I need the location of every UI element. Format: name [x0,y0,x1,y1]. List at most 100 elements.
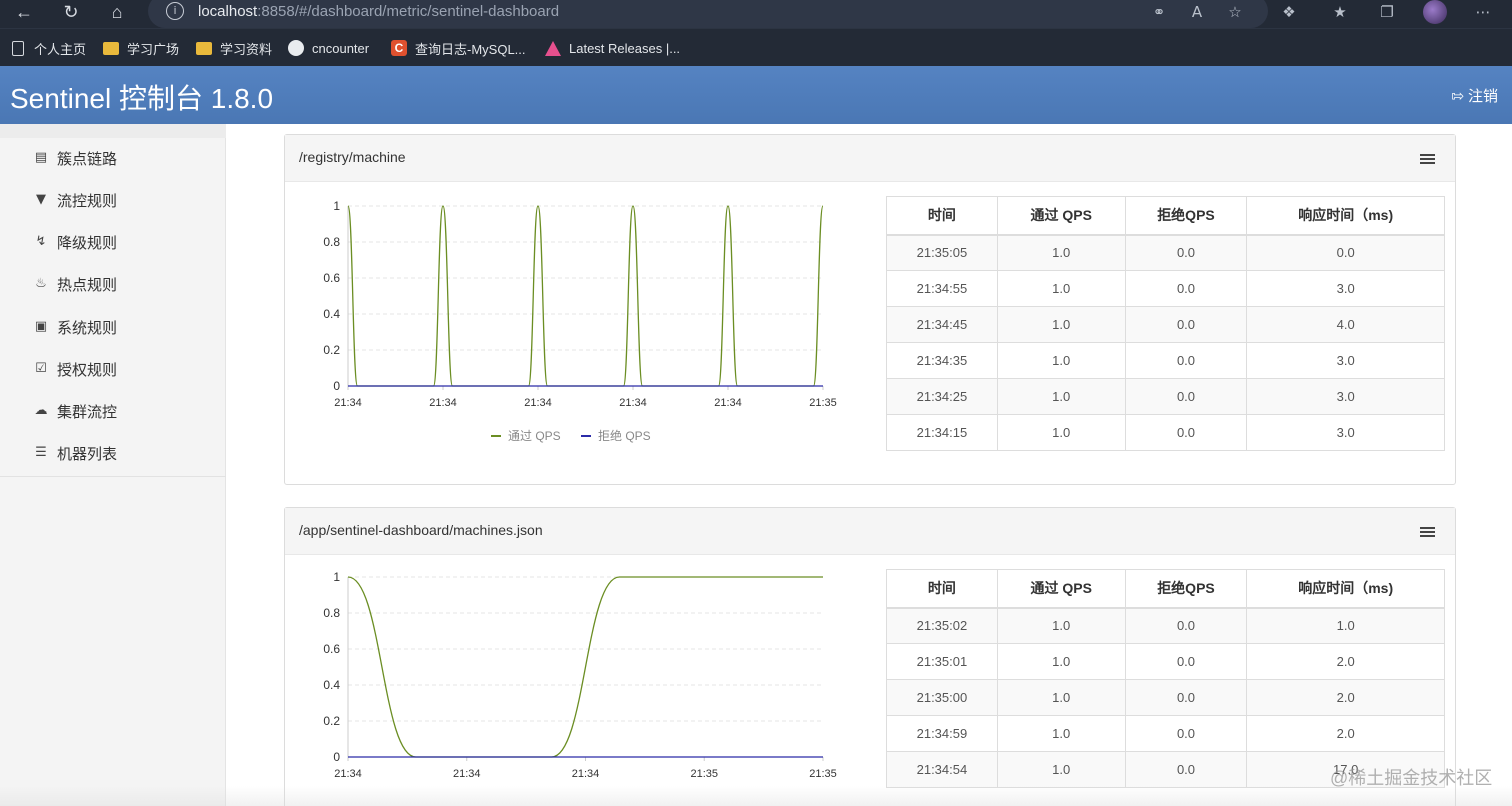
panel-header: /registry/machine [285,135,1455,182]
sidebar-item-label: 授权规则 [57,361,118,379]
bookmark-item[interactable]: 学习广场 [103,38,179,58]
bookmarks-bar: 个人主页 学习广场 学习资料 cncounter C 查询日志-MySQL... … [0,28,1512,66]
profile-avatar[interactable] [1423,0,1447,24]
sidebar: ▤ 簇点链路 ▼ 流控规则 ↯ 降级规则 ♨ 热点规则 ▣ 系统规则 ☑ 授权规则 ☁ 集群流… [0,124,226,806]
x-tick-label: 21:35 [809,768,837,780]
url-host: localhost [198,3,258,20]
cell: 1.0 [996,342,1126,379]
folder-icon [196,41,212,55]
table-row: 21:34:55 1.0 0.0 3.0 [886,270,1445,307]
cell: 1.0 [996,679,1126,716]
y-tick-label: 0.4 [323,307,340,321]
reload-icon[interactable]: ↻ [56,0,86,26]
app-title: Sentinel 控制台 1.8.0 [10,83,274,114]
menu-icon[interactable] [1420,154,1435,165]
y-tick-label: 0.4 [323,678,340,692]
metrics-table: 时间 通过 QPS 拒绝QPS 响应时间（ms) 21:35:02 1.0 0.0 1… [886,569,1445,788]
logout-icon: ⇰ [1451,86,1464,105]
y-tick-label: 0.8 [323,235,340,249]
cell: 1.0 [996,643,1126,680]
sidebar-item-degrade-rules[interactable]: ↯ 降级规则 [34,230,117,254]
check-icon: ☑ [35,361,47,376]
cell: 0.0 [1124,414,1248,451]
column-header: 通过 QPS [996,569,1126,608]
cell: 0.0 [1124,378,1248,415]
pass-qps-series-line [347,576,823,758]
cell: 3.0 [1246,414,1445,451]
cell: 1.0 [996,607,1126,644]
table-row: 21:34:25 1.0 0.0 3.0 [886,378,1445,415]
back-arrow-icon[interactable]: ← [9,0,39,26]
extensions-icon[interactable]: ❖ [1278,2,1300,22]
cell: 21:35:05 [886,234,998,271]
cell: 2.0 [1246,679,1445,716]
main-content: /registry/machine 0 0.2 0.4 0.6 0.8 1 21:34 21:… [226,124,1512,806]
sidebar-item-cluster-chain[interactable]: ▤ 簇点链路 [34,146,117,170]
home-icon[interactable]: ⌂ [102,0,132,26]
logout-label: 注销 [1467,88,1498,105]
cell: 0.0 [1124,270,1248,307]
fire-icon: ♨ [35,276,47,291]
cell: 1.0 [996,414,1126,451]
collections-icon[interactable]: ❐ [1376,2,1398,22]
folder-icon [103,41,119,55]
sidebar-item-system-rules[interactable]: ▣ 系统规则 [34,315,117,339]
more-menu-icon[interactable]: ⋯ [1472,2,1494,22]
list-alt-icon: ▤ [34,150,48,165]
panel-header: /app/sentinel-dashboard/machines.json [285,508,1455,555]
cell: 1.0 [996,378,1126,415]
cell: 0.0 [1124,715,1248,752]
cloud-icon: ☁ [34,403,48,418]
table-row: 21:35:02 1.0 0.0 1.0 [886,607,1445,644]
bookmark-item[interactable]: 个人主页 [10,38,86,58]
cell: 21:34:25 [886,378,998,415]
table-row: 21:34:59 1.0 0.0 2.0 [886,715,1445,752]
bookmark-item[interactable]: Latest Releases |... [545,38,680,58]
column-header: 拒绝QPS [1124,569,1248,608]
cell: 1.0 [996,751,1126,788]
legend-label: 通过 QPS [508,429,561,443]
bookmark-label: Latest Releases |... [569,40,681,56]
site-info-icon[interactable]: i [166,2,184,20]
cell: 2.0 [1246,715,1445,752]
y-tick-label: 0 [333,750,340,764]
read-aloud-icon[interactable]: A [1186,2,1208,22]
bookmark-label: 个人主页 [34,41,87,57]
x-tick-label: 21:35 [690,768,718,780]
bookmark-item[interactable]: cncounter [288,38,369,58]
column-header: 响应时间（ms) [1246,569,1445,608]
bookmark-item[interactable]: 学习资料 [196,38,272,58]
sidebar-item-flow-rules[interactable]: ▼ 流控规则 [34,188,117,212]
key-icon[interactable]: ⚭ [1148,2,1170,22]
y-tick-label: 0.2 [323,714,340,728]
add-favorite-icon[interactable]: ☆ [1224,2,1246,22]
bookmark-item[interactable]: C 查询日志-MySQL... [391,38,526,58]
table-row: 21:34:45 1.0 0.0 4.0 [886,306,1445,343]
menu-icon[interactable] [1420,527,1435,538]
cell: 3.0 [1246,270,1445,307]
triangle-icon [545,40,561,56]
panel-title: /registry/machine [299,149,406,165]
column-header: 拒绝QPS [1124,196,1248,235]
logout-button[interactable]: ⇰ 注销 [1451,85,1498,106]
sidebar-item-label: 流控规则 [57,192,118,210]
table-row: 21:35:01 1.0 0.0 2.0 [886,643,1445,680]
sidebar-item-hotspot-rules[interactable]: ♨ 热点规则 [34,272,117,296]
browser-toolbar: ← ↻ ⌂ i localhost:8858/#/dashboard/metri… [0,0,1512,28]
cell: 1.0 [996,715,1126,752]
panel-title: /app/sentinel-dashboard/machines.json [299,522,543,538]
sidebar-item-machine-list[interactable]: ☰ 机器列表 [34,441,117,465]
cell: 21:34:54 [886,751,998,788]
sidebar-divider [0,476,226,477]
cell: 0.0 [1124,751,1248,788]
sidebar-item-cluster-flow[interactable]: ☁ 集群流控 [34,399,118,423]
cell: 21:34:35 [886,342,998,379]
bookmark-label: 查询日志-MySQL... [415,41,526,57]
x-tick-label: 21:34 [334,397,362,409]
cell: 3.0 [1246,378,1445,415]
favorites-icon[interactable]: ★ [1329,2,1351,22]
sidebar-item-auth-rules[interactable]: ☑ 授权规则 [34,357,117,381]
table-header-row: 时间 通过 QPS 拒绝QPS 响应时间（ms) [886,196,1445,235]
url-text[interactable]: localhost:8858/#/dashboard/metric/sentin… [198,3,559,20]
column-header: 时间 [886,196,998,235]
